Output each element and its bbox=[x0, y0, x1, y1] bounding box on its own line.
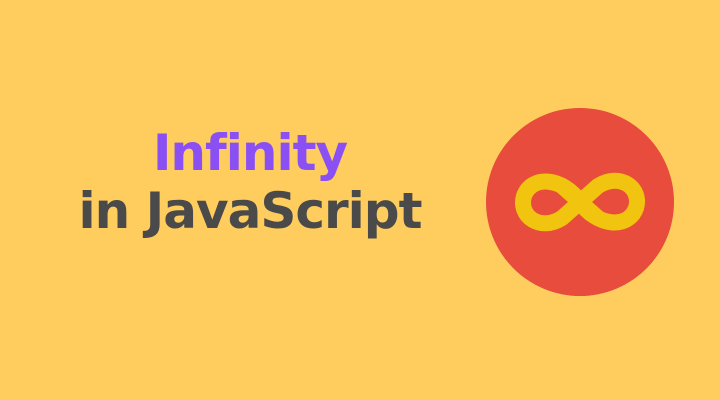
title-in-javascript: in JavaScript bbox=[78, 182, 423, 240]
title-infinity: Infinity bbox=[152, 124, 348, 182]
infinity-badge-icon bbox=[486, 108, 674, 296]
banner: Infinity in JavaScript bbox=[0, 0, 720, 400]
title-block: Infinity in JavaScript bbox=[0, 128, 500, 236]
infinity-logo bbox=[484, 106, 676, 298]
